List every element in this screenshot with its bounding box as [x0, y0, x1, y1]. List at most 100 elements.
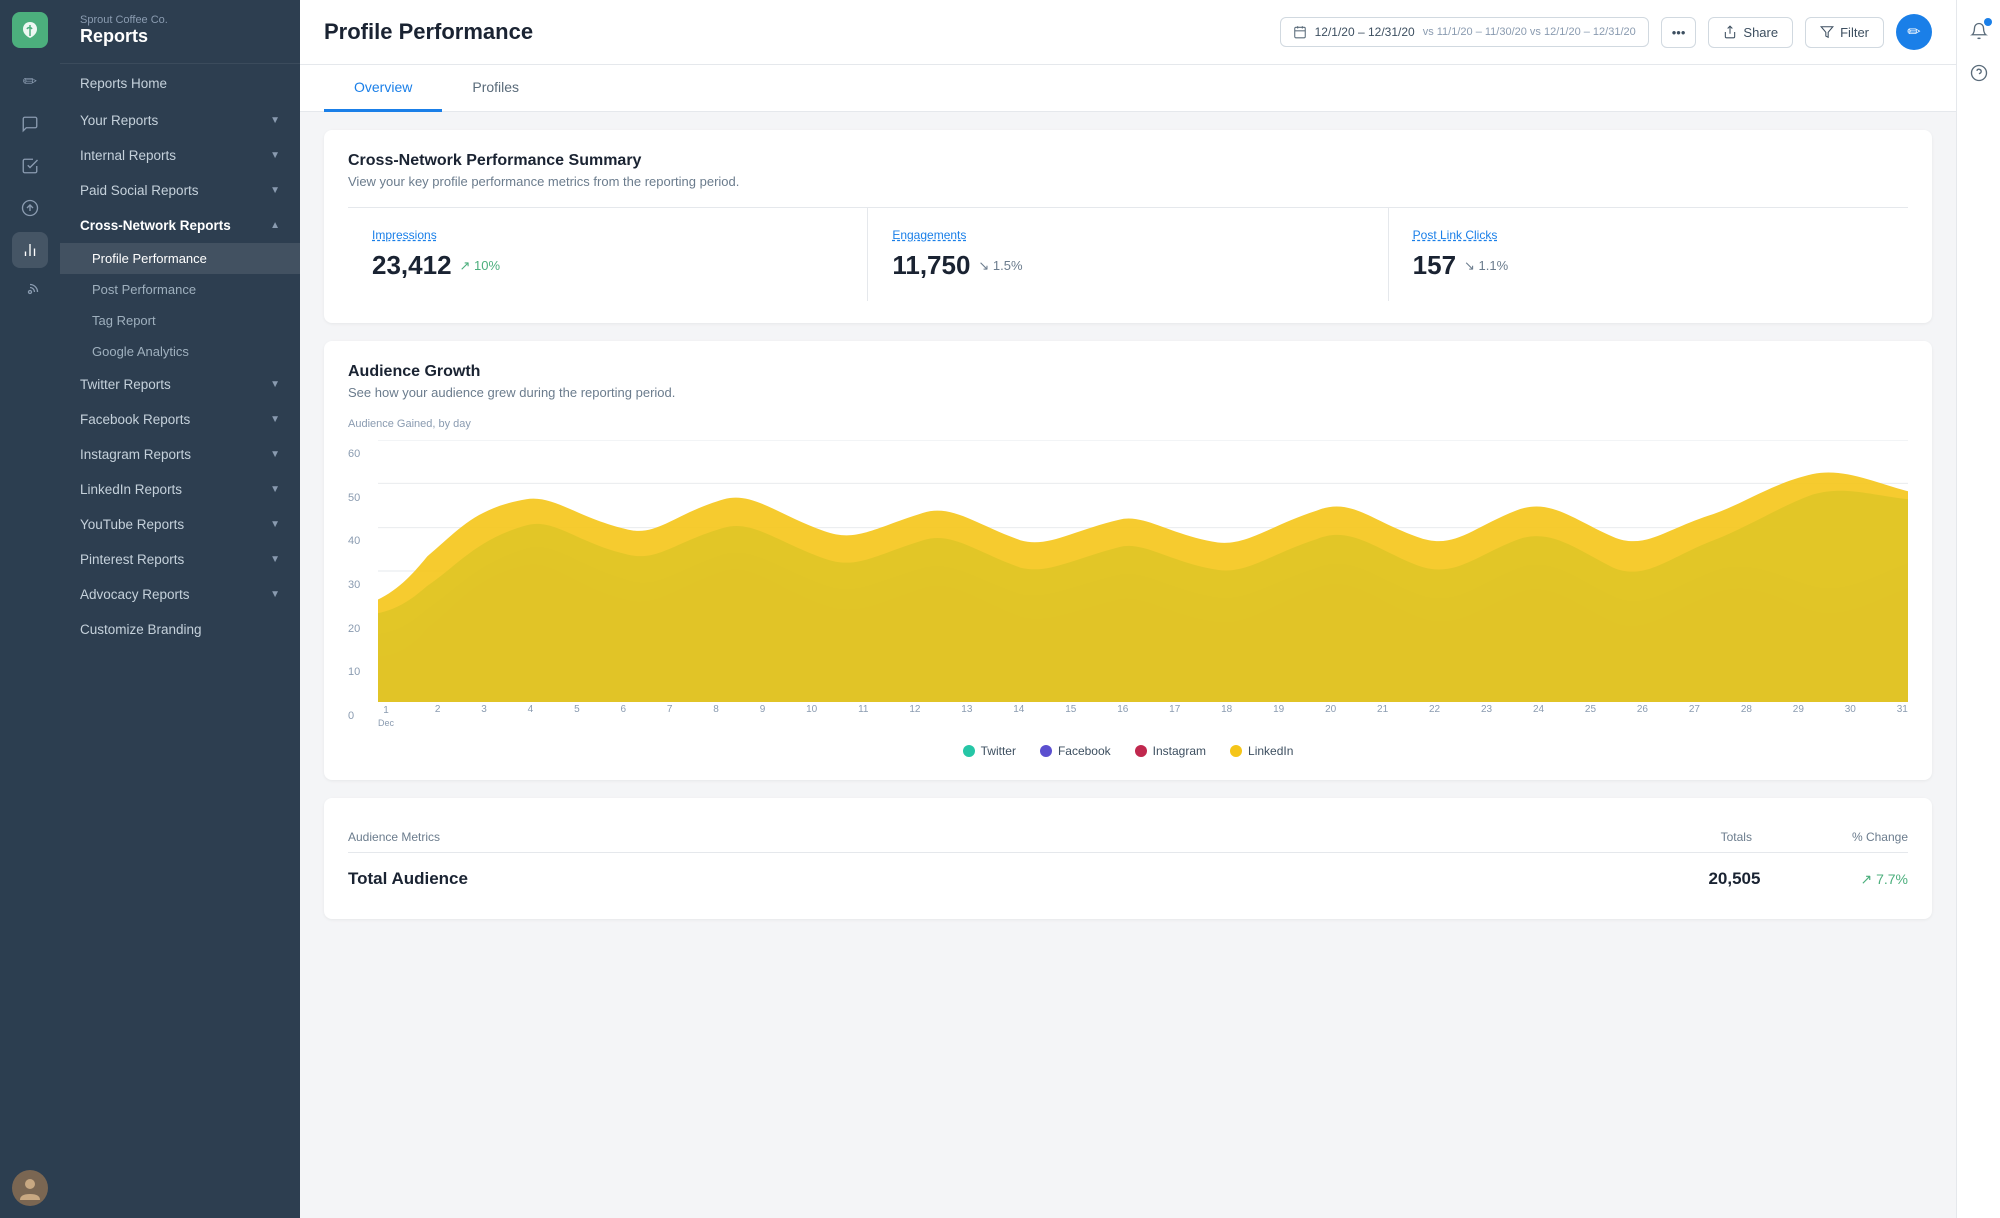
- legend-facebook: Facebook: [1040, 744, 1111, 758]
- table-row-total-audience: Total Audience 20,505 ↗ 7.7%: [348, 853, 1908, 897]
- twitter-color: [963, 745, 975, 757]
- topbar: Profile Performance 12/1/20 – 12/31/20 v…: [300, 0, 1956, 65]
- link-clicks-metric: Post Link Clicks 157 ↘ 1.1%: [1389, 208, 1908, 301]
- col-metrics-label: Audience Metrics: [348, 830, 440, 844]
- total-audience-value: 20,505: [1708, 869, 1760, 889]
- legend-instagram: Instagram: [1135, 744, 1206, 758]
- analytics-icon[interactable]: [12, 232, 48, 268]
- link-clicks-label: Post Link Clicks: [1413, 228, 1884, 242]
- right-rail: [1956, 0, 2000, 1218]
- sidebar-item-internal-reports[interactable]: Internal Reports ▼: [60, 138, 300, 173]
- company-name: Sprout Coffee Co.: [80, 14, 280, 26]
- date-range-text: 12/1/20 – 12/31/20: [1315, 25, 1415, 39]
- sidebar-item-advocacy[interactable]: Advocacy Reports ▼: [60, 577, 300, 612]
- chevron-icon: ▼: [270, 115, 280, 126]
- sidebar-item-twitter[interactable]: Twitter Reports ▼: [60, 367, 300, 402]
- chevron-icon: ▼: [270, 414, 280, 425]
- help-button[interactable]: [1962, 56, 1996, 90]
- sidebar-sub-post-performance[interactable]: Post Performance: [60, 274, 300, 305]
- filter-button[interactable]: Filter: [1805, 17, 1884, 48]
- tab-profiles[interactable]: Profiles: [442, 65, 549, 112]
- sidebar-sub-google-analytics[interactable]: Google Analytics: [60, 336, 300, 367]
- table-header: Audience Metrics Totals % Change: [348, 820, 1908, 853]
- audience-growth-title: Audience Growth: [348, 363, 1908, 381]
- metrics-row: Impressions 23,412 ↗ 10% Engagements 11,…: [348, 207, 1908, 301]
- col-totals-label: Totals: [1721, 830, 1752, 844]
- filter-label: Filter: [1840, 25, 1869, 40]
- notification-dot: [1984, 18, 1992, 26]
- listening-icon[interactable]: [12, 274, 48, 310]
- reports-home-label: Reports Home: [80, 76, 167, 91]
- linkedin-area: [378, 473, 1908, 702]
- chart-wrapper: 60 50 40 30 20 10 0: [348, 440, 1908, 730]
- x-axis-labels: 1Dec 234 567 8910 111213 141516 171819 2…: [378, 704, 1908, 730]
- chart-svg-container: [378, 440, 1908, 702]
- chevron-icon: ▼: [270, 554, 280, 565]
- audience-growth-subtitle: See how your audience grew during the re…: [348, 385, 1908, 400]
- sidebar-sub-profile-performance[interactable]: Profile Performance: [60, 243, 300, 274]
- facebook-color: [1040, 745, 1052, 757]
- publish-icon[interactable]: [12, 190, 48, 226]
- tasks-icon[interactable]: [12, 148, 48, 184]
- linkedin-color: [1230, 745, 1242, 757]
- sidebar-item-youtube[interactable]: YouTube Reports ▼: [60, 507, 300, 542]
- col-change-label: % Change: [1852, 830, 1908, 844]
- chevron-icon: ▼: [270, 185, 280, 196]
- edit-button[interactable]: ✏: [1896, 14, 1932, 50]
- sidebar-item-cross-network[interactable]: Cross-Network Reports ▲: [60, 208, 300, 243]
- engagements-label: Engagements: [892, 228, 1363, 242]
- sidebar-item-reports-home[interactable]: Reports Home: [60, 64, 300, 103]
- inbox-icon[interactable]: [12, 106, 48, 142]
- chevron-icon: ▼: [270, 449, 280, 460]
- engagements-value: 11,750 ↘ 1.5%: [892, 250, 1363, 281]
- total-audience-label: Total Audience: [348, 869, 468, 889]
- y-axis: 60 50 40 30 20 10 0: [348, 440, 376, 730]
- sidebar-item-your-reports[interactable]: Your Reports ▼: [60, 103, 300, 138]
- sidebar-brand: Sprout Coffee Co. Reports: [60, 0, 300, 64]
- impressions-metric: Impressions 23,412 ↗ 10%: [348, 208, 868, 301]
- icon-rail: ✏: [0, 0, 60, 1218]
- audience-metrics-card: Audience Metrics Totals % Change Total A…: [324, 798, 1932, 919]
- sidebar-item-paid-social[interactable]: Paid Social Reports ▼: [60, 173, 300, 208]
- logo: [12, 12, 48, 48]
- link-clicks-value: 157 ↘ 1.1%: [1413, 250, 1884, 281]
- audience-chart: [378, 440, 1908, 702]
- link-clicks-change: ↘ 1.1%: [1464, 258, 1508, 274]
- compose-icon[interactable]: ✏: [12, 64, 48, 100]
- summary-card-subtitle: View your key profile performance metric…: [348, 174, 1908, 189]
- tab-bar: Overview Profiles: [300, 65, 1956, 112]
- impressions-value: 23,412 ↗ 10%: [372, 250, 843, 281]
- tab-overview[interactable]: Overview: [324, 65, 442, 112]
- page-title: Profile Performance: [324, 19, 1268, 45]
- total-audience-change: ↗ 7.7%: [1860, 871, 1908, 888]
- share-button[interactable]: Share: [1708, 17, 1793, 48]
- chart-axis-label: Audience Gained, by day: [348, 418, 1908, 430]
- chart-legend: Twitter Facebook Instagram LinkedIn: [348, 744, 1908, 758]
- sidebar-item-customize-branding[interactable]: Customize Branding: [60, 612, 300, 647]
- content-area: Cross-Network Performance Summary View y…: [300, 112, 1956, 1218]
- legend-twitter: Twitter: [963, 744, 1016, 758]
- sidebar-item-linkedin[interactable]: LinkedIn Reports ▼: [60, 472, 300, 507]
- user-avatar[interactable]: [12, 1170, 48, 1206]
- more-button[interactable]: •••: [1661, 17, 1697, 48]
- share-label: Share: [1743, 25, 1778, 40]
- sidebar-item-pinterest[interactable]: Pinterest Reports ▼: [60, 542, 300, 577]
- date-range-button[interactable]: 12/1/20 – 12/31/20 vs 11/1/20 – 11/30/20…: [1280, 17, 1649, 47]
- date-comparison-text: vs 11/1/20 – 11/30/20 vs 12/1/20 – 12/31…: [1423, 26, 1636, 38]
- sidebar-item-facebook[interactable]: Facebook Reports ▼: [60, 402, 300, 437]
- legend-linkedin: LinkedIn: [1230, 744, 1293, 758]
- sidebar-sub-tag-report[interactable]: Tag Report: [60, 305, 300, 336]
- instagram-color: [1135, 745, 1147, 757]
- impressions-change: ↗ 10%: [460, 258, 501, 274]
- chevron-icon: ▼: [270, 150, 280, 161]
- chevron-icon: ▼: [270, 379, 280, 390]
- impressions-label: Impressions: [372, 228, 843, 242]
- main-content: Profile Performance 12/1/20 – 12/31/20 v…: [300, 0, 1956, 1218]
- notification-button[interactable]: [1962, 14, 1996, 48]
- chevron-icon: ▼: [270, 484, 280, 495]
- app-name: Reports: [80, 26, 280, 47]
- engagements-metric: Engagements 11,750 ↘ 1.5%: [868, 208, 1388, 301]
- audience-growth-card: Audience Growth See how your audience gr…: [324, 341, 1932, 780]
- sidebar-item-instagram[interactable]: Instagram Reports ▼: [60, 437, 300, 472]
- engagements-change: ↘ 1.5%: [978, 258, 1022, 274]
